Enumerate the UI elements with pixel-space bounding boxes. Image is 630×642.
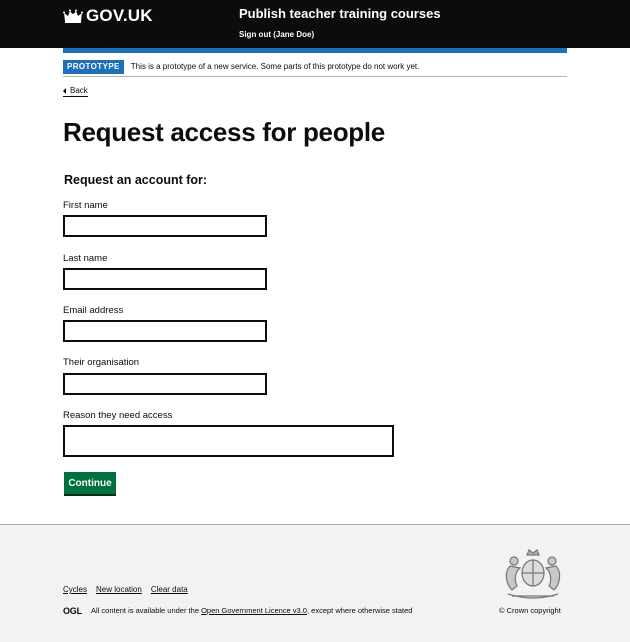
- reason-textarea[interactable]: [63, 425, 394, 457]
- site-header: GOV.UK Publish teacher training courses …: [0, 0, 630, 48]
- sign-out-link[interactable]: Sign out (Jane Doe): [239, 30, 314, 39]
- royal-crest-icon: [505, 549, 561, 599]
- logo-text: GOV.UK: [86, 6, 153, 25]
- govuk-logo-link[interactable]: GOV.UK: [63, 6, 153, 26]
- first-name-input[interactable]: [63, 215, 267, 237]
- organisation-label: Their organisation: [63, 357, 140, 368]
- footer-link-new-location[interactable]: New location: [96, 585, 142, 594]
- licence-suffix: , except where otherwise stated: [306, 606, 413, 615]
- reason-label: Reason they need access: [63, 410, 173, 421]
- crown-copyright-link[interactable]: © Crown copyright: [499, 606, 561, 615]
- phase-banner-text: This is a prototype of a new service. So…: [130, 62, 420, 71]
- service-name-link[interactable]: Publish teacher training courses: [239, 6, 441, 21]
- last-name-input[interactable]: [63, 268, 267, 290]
- phase-banner: PROTOTYPE This is a prototype of a new s…: [63, 57, 567, 77]
- form-legend: Request an account for:: [64, 173, 208, 187]
- last-name-label: Last name: [63, 253, 108, 264]
- licence-prefix: All content is available under the: [91, 606, 202, 615]
- continue-button[interactable]: Continue: [64, 472, 116, 494]
- back-link[interactable]: Back: [63, 86, 88, 97]
- footer-links: Cycles New location Clear data: [63, 585, 188, 594]
- email-input[interactable]: [63, 320, 267, 342]
- footer-link-clear-data[interactable]: Clear data: [151, 585, 188, 594]
- licence-text: All content is available under the Open …: [91, 606, 412, 615]
- crown-icon: [63, 9, 83, 23]
- back-link-label: Back: [70, 86, 88, 95]
- ogl-logo: OGL: [63, 606, 82, 616]
- header-accent-bar: [63, 48, 567, 53]
- site-footer: Cycles New location Clear data OGL All c…: [0, 524, 630, 642]
- first-name-label: First name: [63, 200, 108, 211]
- chevron-left-icon: [63, 87, 66, 94]
- licence-link[interactable]: Open Government Licence v3.0: [201, 606, 307, 615]
- organisation-input[interactable]: [63, 373, 267, 395]
- footer-link-cycles[interactable]: Cycles: [63, 585, 87, 594]
- email-label: Email address: [63, 305, 124, 316]
- phase-tag: PROTOTYPE: [63, 59, 124, 74]
- page-title: Request access for people: [63, 117, 385, 147]
